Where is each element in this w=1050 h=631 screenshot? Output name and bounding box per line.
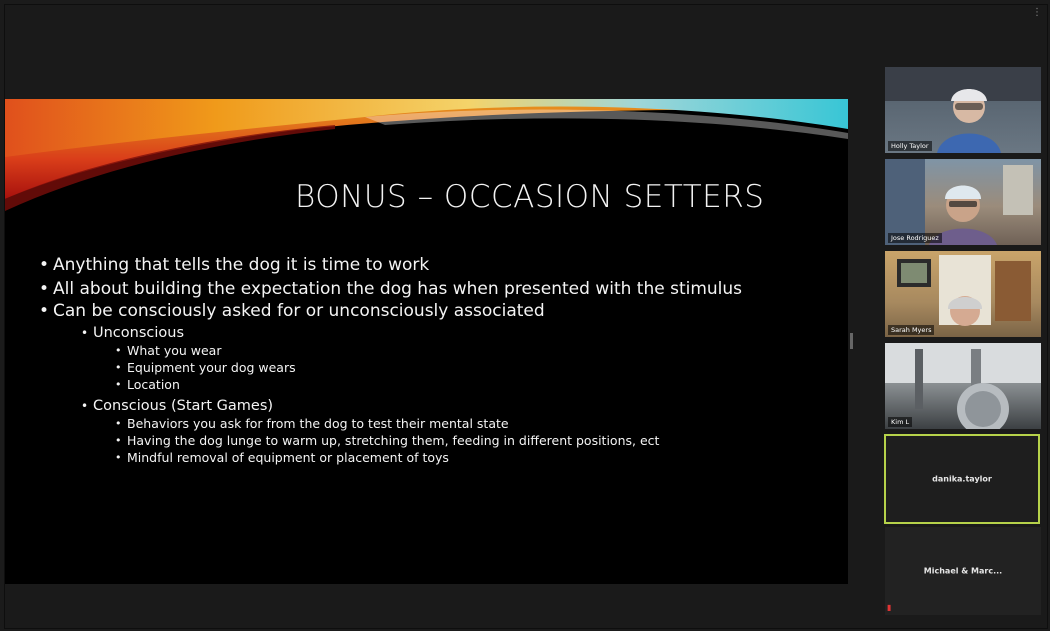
participant-name: Kim L [888,417,913,427]
participant-video-tile[interactable]: Jose Rodriguez [885,159,1041,245]
participant-video-tile[interactable]: Sarah Myers [885,251,1041,337]
bullet-item: Can be consciously asked for or unconsci… [39,302,829,322]
bullet-item: All about building the expectation the d… [39,280,829,300]
sub-sub-bullet-item: Behaviors you ask for from the dog to te… [115,415,829,432]
sub-sub-bullet-item: Equipment your dog wears [115,359,829,376]
participant-video-tile[interactable]: Michael & Marc... [885,527,1041,615]
participant-video-tile[interactable]: Kim L [885,343,1041,429]
participant-video-tile[interactable]: Holly Taylor [885,67,1041,153]
sub-sub-bullet-item: Having the dog lunge to warm up, stretch… [115,432,829,449]
participant-name: Michael & Marc... [923,566,1003,576]
sub-sub-bullet-item: What you wear [115,342,829,359]
participant-name: Jose Rodriguez [888,233,942,243]
panel-resize-handle[interactable] [850,333,853,349]
participant-name: Holly Taylor [888,141,932,151]
sub-sub-bullet-item: Location [115,376,829,393]
slide-title: BONUS – OCCASION SETTERS [295,179,765,215]
participant-name: Sarah Myers [888,325,935,335]
bullet-item: Anything that tells the dog it is time t… [39,256,829,276]
participant-name: danika.taylor [932,474,992,484]
mic-muted-icon: ▮ [887,603,892,612]
shared-screen-slide: BONUS – OCCASION SETTERS Anything that t… [5,99,848,584]
more-options-icon[interactable]: ⋮ [1032,8,1042,18]
sub-bullet-item: Unconscious [81,324,829,342]
slide-bullet-list: Anything that tells the dog it is time t… [39,256,829,467]
sub-sub-bullet-item: Mindful removal of equipment or placemen… [115,449,829,466]
sub-bullet-item: Conscious (Start Games) [81,397,829,415]
participant-video-tile-active-speaker[interactable]: danika.taylor [884,434,1040,524]
